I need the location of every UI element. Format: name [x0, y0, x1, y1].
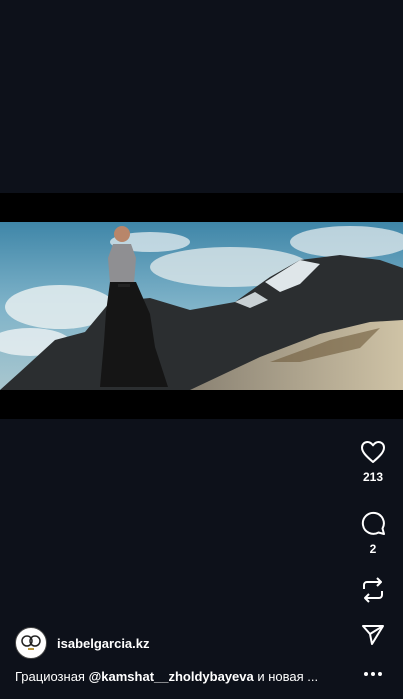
heart-icon[interactable]: [360, 440, 386, 464]
like-action[interactable]: 213: [343, 440, 403, 484]
repost-action[interactable]: [343, 576, 403, 604]
caption-text-end: и новая ...: [253, 669, 319, 684]
repost-icon[interactable]: [360, 576, 386, 604]
share-action[interactable]: [343, 624, 403, 646]
username[interactable]: isabelgarcia.kz: [57, 636, 150, 651]
comment-action[interactable]: 2: [343, 510, 403, 556]
action-bar: 213 2: [343, 0, 403, 699]
caption-text: Грациозная: [15, 669, 89, 684]
post-caption[interactable]: Грациозная @kamshat__zholdybayeva и нова…: [15, 669, 330, 684]
like-count: 213: [362, 470, 384, 484]
comment-count: 2: [369, 542, 377, 556]
brand-logo-icon: [21, 635, 41, 650]
send-icon[interactable]: [361, 624, 385, 646]
comment-icon[interactable]: [360, 510, 386, 536]
more-action[interactable]: [343, 670, 403, 678]
post-author[interactable]: isabelgarcia.kz: [15, 627, 150, 659]
caption-mention[interactable]: @kamshat__zholdybayeva: [89, 669, 254, 684]
more-icon[interactable]: [363, 670, 383, 678]
avatar[interactable]: [15, 627, 47, 659]
